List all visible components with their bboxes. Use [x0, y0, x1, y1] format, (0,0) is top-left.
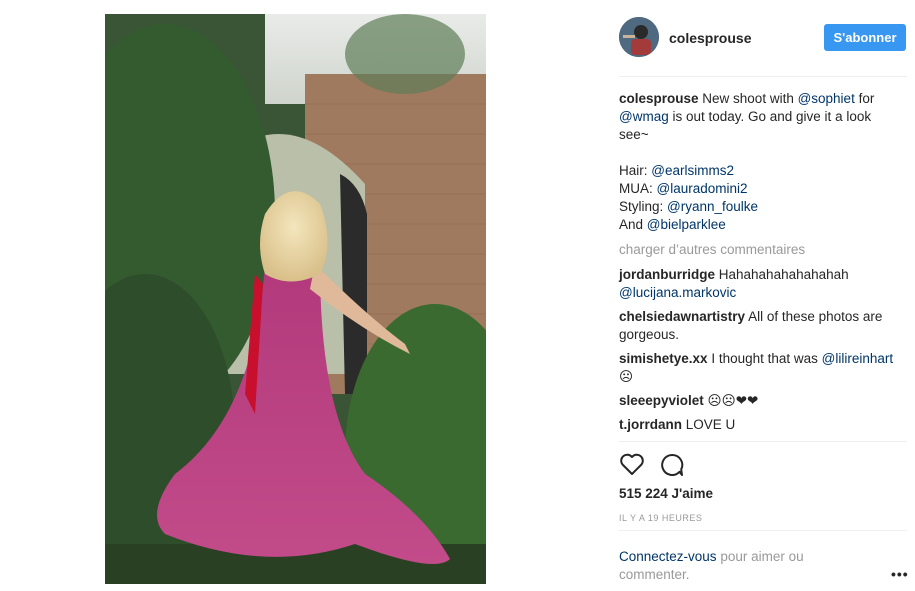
caption-credit-line: MUA: @lauradomini2 — [619, 180, 889, 198]
comment-username[interactable]: jordanburridge — [619, 267, 715, 282]
speech-bubble-icon[interactable] — [659, 452, 685, 478]
comment-text: ☹☹❤❤ — [703, 393, 759, 408]
post-photo[interactable] — [105, 14, 486, 584]
caption-mention[interactable]: @wmag — [619, 109, 669, 124]
post-timestamp[interactable]: IL Y A 19 HEURES — [619, 513, 702, 523]
caption-credit-line: And @bielparklee — [619, 216, 889, 234]
likes-count[interactable]: 515 224 J'aime — [619, 486, 713, 501]
comment-text-after: ☹ — [619, 369, 634, 384]
caption-mention[interactable]: @sophiet — [798, 91, 855, 106]
comment-username[interactable]: chelsiedawnartistry — [619, 309, 745, 324]
credit-mention[interactable]: @earlsimms2 — [651, 163, 734, 178]
credit-mention[interactable]: @lauradomini2 — [657, 181, 748, 196]
caption-text: for — [854, 91, 875, 106]
credit-mention[interactable]: @bielparklee — [647, 217, 726, 232]
divider — [619, 76, 907, 77]
comment: jordanburridge Hahahahahahahahah @lucija… — [619, 266, 894, 302]
comment-text: LOVE U — [682, 417, 736, 432]
avatar[interactable] — [619, 17, 659, 57]
credit-label: MUA: — [619, 181, 657, 196]
post-header: colesprouse S'abonner — [619, 16, 907, 60]
post-side-panel: colesprouse S'abonner colesprouse New sh… — [619, 0, 909, 591]
post-author-username[interactable]: colesprouse — [669, 30, 751, 46]
more-options-icon[interactable]: ••• — [891, 566, 909, 582]
follow-button[interactable]: S'abonner — [824, 24, 906, 51]
comment-list: jordanburridge Hahahahahahahahah @lucija… — [619, 266, 894, 440]
comment-username[interactable]: sleeepyviolet — [619, 393, 704, 408]
comment: simishetye.xx I thought that was @lilire… — [619, 350, 894, 386]
comment-username[interactable]: t.jorrdann — [619, 417, 682, 432]
heart-outline-icon[interactable] — [619, 452, 645, 476]
login-prompt: Connectez-vous pour aimer ou commenter. — [619, 548, 859, 584]
comment-username[interactable]: simishetye.xx — [619, 351, 708, 366]
comment-text: Hahahahahahahahah — [715, 267, 849, 282]
caption-author[interactable]: colesprouse — [619, 91, 699, 106]
credit-label: And — [619, 217, 647, 232]
comment: t.jorrdann LOVE U — [619, 416, 894, 434]
post-caption: colesprouse New shoot with @sophiet for … — [619, 90, 889, 234]
comment-mention[interactable]: @lucijana.markovic — [619, 285, 736, 300]
credit-label: Hair: — [619, 163, 652, 178]
credit-mention[interactable]: @ryann_foulke — [667, 199, 758, 214]
login-link[interactable]: Connectez-vous — [619, 549, 717, 564]
caption-credit-line: Styling: @ryann_foulke — [619, 198, 889, 216]
comment-mention[interactable]: @lilireinhart — [822, 351, 893, 366]
caption-credit-line: Hair: @earlsimms2 — [619, 162, 889, 180]
photo-illustration — [105, 14, 486, 584]
comment: chelsiedawnartistry All of these photos … — [619, 308, 894, 344]
caption-text: New shoot with — [698, 91, 798, 106]
comment-text: I thought that was — [707, 351, 822, 366]
credit-label: Styling: — [619, 199, 668, 214]
comment: sleeepyviolet ☹☹❤❤ — [619, 392, 894, 410]
avatar-image — [619, 17, 659, 57]
load-more-comments-link[interactable]: charger d’autres commentaires — [619, 242, 805, 257]
divider — [619, 441, 907, 442]
divider — [619, 530, 907, 531]
